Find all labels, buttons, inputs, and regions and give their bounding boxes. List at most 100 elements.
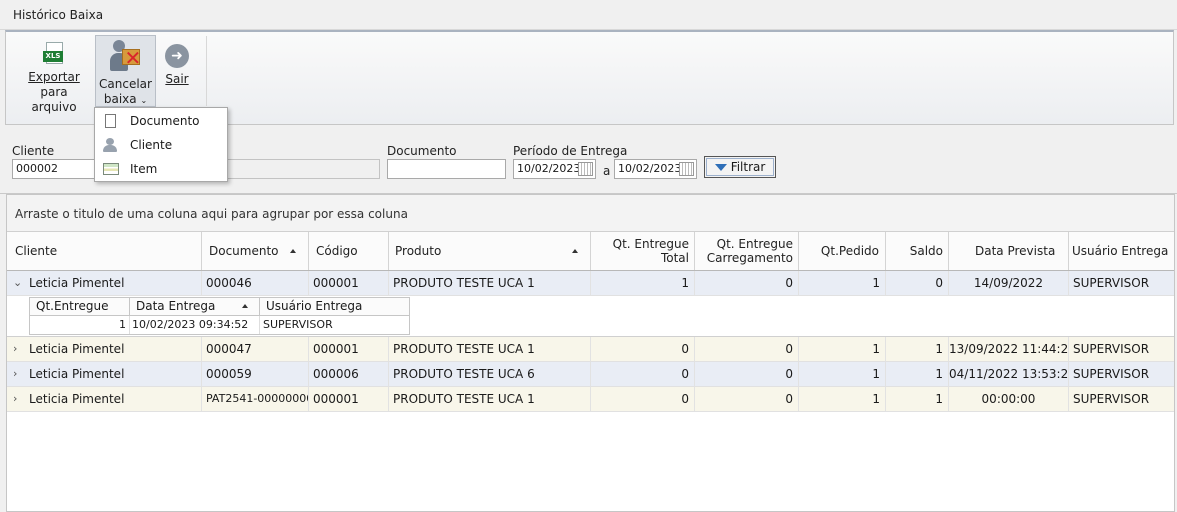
calendar-icon[interactable] (578, 162, 593, 176)
cancel-label-line1: Cancelar (99, 77, 152, 91)
cell-saldo: 1 (886, 362, 949, 386)
expand-row-icon[interactable]: › (13, 337, 17, 361)
collapse-row-icon[interactable]: ⌄ (13, 271, 22, 295)
column-header-data-prevista[interactable]: Data Prevista (949, 232, 1069, 270)
export-button[interactable]: XLS Exportar para arquivo (18, 42, 90, 115)
detail-column-usuario-entrega[interactable]: Usuário Entrega (260, 298, 409, 315)
column-header-qt-entregue-carregamento[interactable]: Qt. Entregue Carregamento (695, 232, 799, 270)
sort-ascending-icon (242, 304, 248, 308)
cell-data-prevista: 04/11/2022 13:53:28 (949, 362, 1069, 386)
cell-qt-total: 0 (591, 387, 695, 411)
cell-cliente: Leticia Pimentel (25, 362, 202, 386)
cell-qt-total: 0 (591, 362, 695, 386)
detail-cell-usuario: SUPERVISOR (263, 318, 333, 331)
detail-column-data-entrega[interactable]: Data Entrega (130, 298, 260, 315)
cell-cliente: Leticia Pimentel (25, 337, 202, 361)
column-header-qt-pedido[interactable]: Qt.Pedido (799, 232, 886, 270)
cell-qt-pedido: 1 (799, 337, 886, 361)
cancel-baixa-button[interactable]: ✕ Cancelar baixa ⌄ (95, 35, 156, 107)
detail-header: Qt.Entregue Data Entrega Usuário Entrega (29, 297, 410, 316)
table-row[interactable]: ⌄ Leticia Pimentel 000046 000001 PRODUTO… (7, 271, 1174, 296)
group-by-panel[interactable]: Arraste o titulo de uma coluna aqui para… (7, 195, 1174, 232)
calendar-icon[interactable] (679, 162, 694, 176)
column-header-codigo[interactable]: Código (309, 232, 389, 270)
cell-qt-carregamento: 0 (695, 271, 799, 295)
column-header-qt-entregue-total[interactable]: Qt. Entregue Total (591, 232, 695, 270)
history-grid: Arraste o titulo de uma coluna aqui para… (6, 194, 1175, 512)
cell-usuario: SUPERVISOR (1073, 392, 1150, 406)
chevron-down-icon: ⌄ (140, 96, 148, 105)
table-row[interactable]: › Leticia Pimentel PAT2541-00000000 0000… (7, 387, 1174, 412)
toolbar-separator (206, 36, 207, 106)
menu-item-item[interactable]: Item (95, 157, 227, 181)
xls-file-icon: XLS (43, 42, 65, 66)
column-header-usuario-entrega[interactable]: Usuário Entrega (1069, 232, 1174, 270)
cell-qt-total: 1 (591, 271, 695, 295)
cell-produto: PRODUTO TESTE UCA 1 (389, 271, 591, 295)
cliente-label: Cliente (12, 144, 55, 158)
detail-subgrid: Qt.Entregue Data Entrega Usuário Entrega… (7, 296, 1174, 337)
grid-header: Cliente Documento Código Produto Qt. Ent… (7, 232, 1174, 271)
documento-input[interactable] (387, 159, 506, 179)
user-icon (103, 138, 117, 152)
table-row[interactable]: › Leticia Pimentel 000047 000001 PRODUTO… (7, 337, 1174, 362)
funnel-icon (714, 164, 727, 171)
expand-row-icon[interactable]: › (13, 362, 17, 386)
export-label-line1: Exportar (28, 70, 80, 84)
cell-codigo: 000006 (309, 362, 389, 386)
cancel-baixa-menu: Documento Cliente Item (94, 107, 228, 182)
cell-qt-pedido: 1 (799, 271, 886, 295)
cell-data-prevista: 00:00:00 (949, 387, 1069, 411)
cell-produto: PRODUTO TESTE UCA 1 (389, 337, 591, 361)
date-to-value: 10/02/2023 (618, 162, 682, 175)
cell-qt-carregamento: 0 (695, 337, 799, 361)
group-by-hint: Arraste o titulo de uma coluna aqui para… (15, 207, 408, 221)
cell-qt-carregamento: 0 (695, 362, 799, 386)
menu-item-documento[interactable]: Documento (95, 109, 227, 133)
cell-codigo: 000001 (309, 387, 389, 411)
column-header-documento[interactable]: Documento (202, 232, 309, 270)
cliente-code-input[interactable]: 000002 (12, 159, 102, 179)
cell-documento: 000059 (202, 362, 309, 386)
window-title: Histórico Baixa (13, 8, 104, 22)
menu-item-cliente[interactable]: Cliente (95, 133, 227, 157)
cell-saldo: 1 (886, 387, 949, 411)
detail-cell-data: 10/02/2023 09:34:52 (130, 316, 260, 334)
cell-saldo: 1 (886, 337, 949, 361)
cell-data-prevista: 13/09/2022 11:44:21 (949, 337, 1069, 361)
cell-usuario: SUPERVISOR (1073, 276, 1150, 290)
cell-qt-total: 0 (591, 337, 695, 361)
expand-row-icon[interactable]: › (13, 387, 17, 411)
periodo-label: Período de Entrega (513, 144, 628, 158)
cancel-label-line2: baixa ⌄ (103, 92, 148, 106)
cell-codigo: 000001 (309, 337, 389, 361)
cell-saldo: 0 (886, 271, 949, 295)
menu-item-label: Documento (130, 114, 200, 128)
filter-button[interactable]: Filtrar (704, 156, 776, 178)
sort-ascending-icon (290, 249, 296, 253)
cell-usuario: SUPERVISOR (1073, 342, 1150, 356)
detail-row[interactable]: 1 10/02/2023 09:34:52 SUPERVISOR (29, 316, 410, 335)
exit-button[interactable]: ➜ Sair (164, 44, 190, 87)
document-icon (105, 114, 116, 128)
detail-column-qt-entregue[interactable]: Qt.Entregue (30, 298, 130, 315)
menu-item-label: Cliente (130, 138, 173, 152)
exit-label: Sair (165, 72, 189, 86)
column-header-saldo[interactable]: Saldo (886, 232, 949, 270)
cell-documento: 000046 (202, 271, 309, 295)
cell-cliente: Leticia Pimentel (25, 387, 202, 411)
cell-qt-carregamento: 0 (695, 387, 799, 411)
cell-codigo: 000001 (309, 271, 389, 295)
cancel-delivery-icon: ✕ (109, 39, 143, 73)
export-label-line2: para arquivo (31, 85, 77, 114)
cell-produto: PRODUTO TESTE UCA 6 (389, 362, 591, 386)
detail-cell-qt: 1 (30, 316, 130, 334)
date-from-value: 10/02/2023 (517, 162, 581, 175)
cell-qt-pedido: 1 (799, 387, 886, 411)
filter-button-label: Filtrar (730, 160, 766, 174)
date-separator: a (603, 164, 611, 178)
cell-data-prevista: 14/09/2022 (949, 271, 1069, 295)
table-row[interactable]: › Leticia Pimentel 000059 000006 PRODUTO… (7, 362, 1174, 387)
column-header-cliente[interactable]: Cliente (7, 232, 202, 270)
column-header-produto[interactable]: Produto (389, 232, 591, 270)
